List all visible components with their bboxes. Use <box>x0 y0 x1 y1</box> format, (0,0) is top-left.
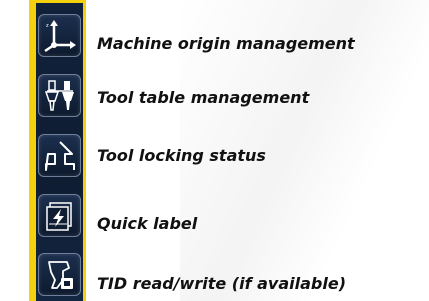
label-quick-label: Quick label <box>97 214 198 233</box>
machine-origin-button[interactable]: z <box>38 14 81 57</box>
quick-label-button[interactable] <box>38 194 81 237</box>
quick-label-icon <box>46 202 72 231</box>
svg-text:z: z <box>46 23 49 29</box>
label-machine-origin: Machine origin management <box>97 34 355 53</box>
label-tool-table: Tool table management <box>97 88 310 107</box>
tid-read-write-icon <box>48 261 73 289</box>
tool-locking-icon <box>45 141 75 171</box>
label-tool-locking: Tool locking status <box>97 146 266 165</box>
tid-read-write-button[interactable] <box>38 253 81 296</box>
tool-table-icon <box>44 80 74 111</box>
label-tid-read-write: TID read/write (if available) <box>97 274 346 293</box>
machine-origin-icon: z <box>44 20 76 53</box>
tool-table-button[interactable] <box>38 74 81 117</box>
tool-locking-button[interactable] <box>38 134 81 177</box>
